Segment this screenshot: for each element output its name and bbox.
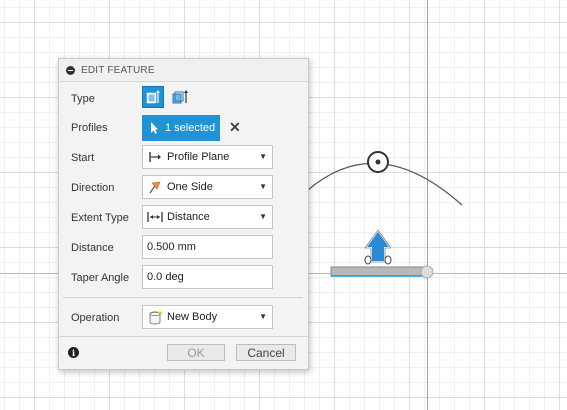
new-body-icon xyxy=(147,310,163,325)
extent-type-label: Extent Type xyxy=(71,212,129,224)
dialog-footer: i OK Cancel xyxy=(59,336,308,369)
dialog-header: EDIT FEATURE xyxy=(59,59,308,82)
one-side-flag-icon xyxy=(147,180,163,194)
chevron-down-icon: ▼ xyxy=(259,182,267,191)
direction-value: One Side xyxy=(167,181,213,193)
start-row: Start Profile Plane ▼ xyxy=(59,145,308,171)
extrude-solid-icon[interactable] xyxy=(142,86,164,108)
distance-icon xyxy=(147,210,163,224)
distance-input[interactable]: 0.500 mm xyxy=(142,235,273,259)
profiles-selected-count: 1 selected xyxy=(165,122,216,134)
edit-feature-dialog: EDIT FEATURE Type Profiles 1 selected ✕ … xyxy=(58,58,309,370)
taper-angle-row: Taper Angle 0.0 deg xyxy=(59,265,308,291)
direction-row: Direction One Side ▼ xyxy=(59,175,308,201)
info-icon[interactable]: i xyxy=(68,347,79,358)
profiles-label: Profiles xyxy=(71,122,108,134)
start-label: Start xyxy=(71,152,95,164)
distance-arrow-manipulator[interactable] xyxy=(363,228,393,265)
taper-angle-label: Taper Angle xyxy=(71,272,130,284)
extrude-thin-icon[interactable] xyxy=(169,86,191,108)
cancel-button[interactable]: Cancel xyxy=(236,344,296,361)
collapse-icon[interactable] xyxy=(66,65,75,75)
direction-dropdown[interactable]: One Side ▼ xyxy=(142,175,273,199)
extent-type-value: Distance xyxy=(167,211,210,223)
chevron-down-icon: ▼ xyxy=(259,312,267,321)
profiles-row: Profiles 1 selected ✕ xyxy=(59,115,308,141)
type-label: Type xyxy=(71,93,95,105)
extruded-body xyxy=(330,266,428,277)
corner-handle[interactable] xyxy=(420,265,434,279)
distance-label: Distance xyxy=(71,242,114,254)
taper-angle-input[interactable]: 0.0 deg xyxy=(142,265,273,289)
chevron-down-icon: ▼ xyxy=(259,212,267,221)
clear-selection-icon[interactable]: ✕ xyxy=(229,119,241,136)
chevron-down-icon: ▼ xyxy=(259,152,267,161)
start-dropdown[interactable]: Profile Plane ▼ xyxy=(142,145,273,169)
cursor-icon xyxy=(151,122,158,134)
section-divider xyxy=(63,297,303,298)
direction-label: Direction xyxy=(71,182,115,194)
profiles-select-button[interactable]: 1 selected xyxy=(142,115,220,141)
extent-type-dropdown[interactable]: Distance ▼ xyxy=(142,205,273,229)
operation-value: New Body xyxy=(167,311,218,323)
distance-row: Distance 0.500 mm xyxy=(59,235,308,261)
profile-plane-icon xyxy=(147,150,163,164)
operation-row: Operation New Body ▼ xyxy=(59,305,308,331)
extent-type-row: Extent Type Distance ▼ xyxy=(59,205,308,231)
operation-label: Operation xyxy=(71,312,120,324)
start-value: Profile Plane xyxy=(167,151,230,163)
type-row: Type xyxy=(59,86,308,112)
operation-dropdown[interactable]: New Body ▼ xyxy=(142,305,273,329)
angle-handle[interactable] xyxy=(367,151,389,173)
ok-button[interactable]: OK xyxy=(167,344,225,361)
dialog-title: EDIT FEATURE xyxy=(81,64,155,76)
